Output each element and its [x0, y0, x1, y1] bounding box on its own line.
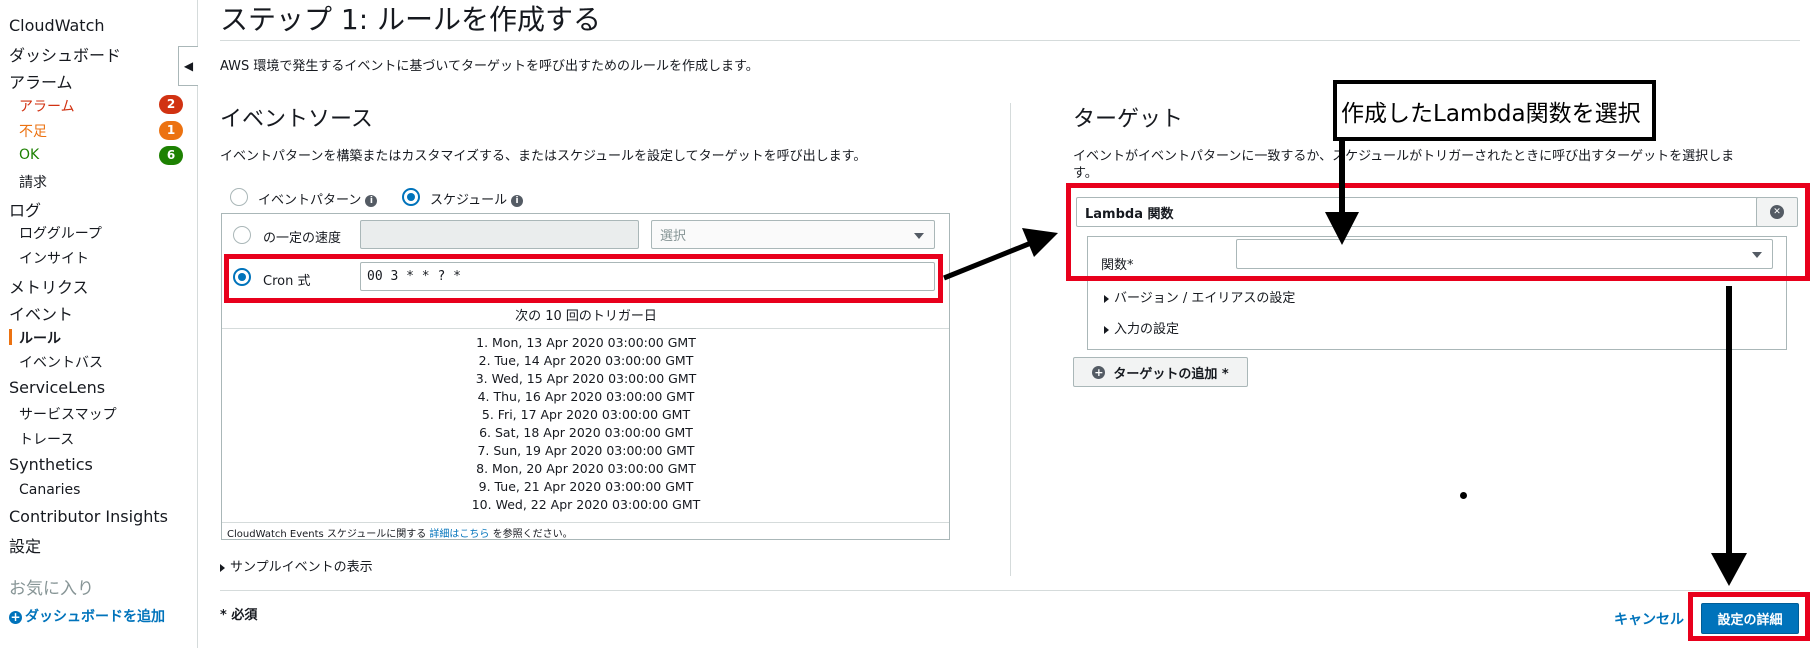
nav-contributor-insights[interactable]: Contributor Insights	[9, 507, 168, 526]
nav-dashboard[interactable]: ダッシュボード	[9, 42, 121, 66]
nav-synthetics[interactable]: Synthetics	[9, 455, 93, 474]
alarm-count-badge: 2	[159, 95, 183, 114]
arrow-cron-to-target	[943, 228, 1058, 281]
event-pattern-option[interactable]: イベントパターン i	[258, 189, 378, 208]
fixed-rate-input[interactable]	[360, 220, 639, 249]
fixed-rate-label: の一定の速度	[263, 231, 342, 246]
column-divider	[1010, 103, 1011, 576]
event-source-description: イベントパターンを構築またはカスタマイズする、またはスケジュールを設定してターゲ…	[220, 149, 867, 164]
callout-text: 作成したLambda関数を選択	[1341, 100, 1641, 127]
page-description: AWS 環境で発生するイベントに基づいてターゲットを呼び出すためのルールを作成し…	[220, 59, 759, 74]
trigger-date: 6. Sat, 18 Apr 2020 03:00:00 GMT	[479, 425, 693, 440]
nav-settings[interactable]: 設定	[9, 533, 41, 557]
event-pattern-radio[interactable]	[230, 188, 248, 206]
triggers-divider	[222, 328, 949, 329]
fixed-rate-radio[interactable]	[233, 226, 251, 244]
trigger-date: 9. Tue, 21 Apr 2020 03:00:00 GMT	[478, 479, 694, 494]
nav-alarm-ok[interactable]: OK	[19, 147, 39, 163]
nav-alarm-in-alarm[interactable]: アラーム	[19, 96, 75, 116]
version-alias-label: バージョン / エイリアスの設定	[1114, 291, 1296, 306]
title-divider	[220, 40, 1800, 41]
input-config-label: 入力の設定	[1114, 322, 1180, 337]
learn-more-link[interactable]: 詳細はこちら	[429, 529, 489, 540]
event-source-heading: イベントソース	[220, 107, 373, 132]
ok-count-badge: 6	[159, 146, 183, 165]
sample-event-label: サンプルイベントの表示	[230, 560, 373, 575]
info-icon[interactable]: i	[511, 194, 524, 207]
sidebar: CloudWatch ダッシュボード アラーム アラーム 2 不足 1 OK 6…	[0, 0, 198, 648]
rate-unit-value: 選択	[660, 229, 687, 244]
trigger-date: 3. Wed, 15 Apr 2020 03:00:00 GMT	[475, 371, 697, 386]
nav-event-buses[interactable]: イベントバス	[19, 352, 103, 372]
add-target-button[interactable]: + ターゲットの追加 *	[1073, 357, 1248, 387]
trigger-date: 2. Tue, 14 Apr 2020 03:00:00 GMT	[478, 353, 694, 368]
cancel-link[interactable]: キャンセル	[1614, 609, 1684, 629]
nav-rules[interactable]: ルール	[19, 328, 61, 348]
nav-canaries[interactable]: Canaries	[19, 482, 80, 498]
nav-metrics[interactable]: メトリクス	[9, 274, 89, 298]
schedule-footnote: CloudWatch Events スケジュールに関する 詳細はこちら を参照く…	[227, 525, 573, 540]
footer-divider	[220, 590, 1800, 591]
trigger-date: 8. Mon, 20 Apr 2020 03:00:00 GMT	[476, 461, 696, 476]
info-icon[interactable]: i	[365, 194, 378, 207]
nav-alarms[interactable]: アラーム	[9, 69, 73, 93]
targets-description-cont: す。	[1073, 166, 1098, 181]
active-indicator	[9, 329, 12, 345]
nav-traces[interactable]: トレース	[19, 429, 74, 449]
plus-circle-icon: +	[1092, 365, 1106, 379]
nav-cloudwatch[interactable]: CloudWatch	[9, 16, 105, 35]
annotation-function-frame	[1066, 183, 1810, 281]
nav-billing[interactable]: 請求	[19, 172, 47, 192]
insufficient-count-badge: 1	[159, 121, 183, 140]
caret-right-icon	[1104, 325, 1109, 334]
nav-events[interactable]: イベント	[9, 301, 73, 325]
nav-log-groups[interactable]: ロググループ	[19, 223, 102, 243]
stray-dot	[1460, 492, 1467, 499]
collapse-sidebar-button[interactable]: ◀	[178, 46, 198, 86]
schedule-radio[interactable]	[402, 188, 420, 206]
add-dashboard-link[interactable]: + ダッシュボードを追加	[9, 606, 165, 626]
targets-heading: ターゲット	[1073, 107, 1184, 132]
sample-event-expander[interactable]: サンプルイベントの表示	[220, 556, 373, 575]
targets-description: イベントがイベントパターンに一致するか、スケジュールがトリガーされたときに呼び出…	[1073, 149, 1735, 164]
schedule-option[interactable]: スケジュール i	[430, 189, 524, 208]
add-dashboard-label: ダッシュボードを追加	[25, 609, 165, 625]
nav-alarm-insufficient[interactable]: 不足	[19, 121, 47, 141]
nav-servicelens[interactable]: ServiceLens	[9, 378, 105, 397]
caret-right-icon	[1104, 294, 1109, 303]
favorites-header: お気に入り	[9, 579, 94, 599]
next-triggers-list: 1. Mon, 13 Apr 2020 03:00:00 GMT 2. Tue,…	[222, 334, 950, 514]
annotation-cron-frame	[224, 254, 943, 303]
next-triggers-header: 次の 10 回のトリガー日	[515, 309, 657, 324]
input-config-expander[interactable]: 入力の設定	[1104, 318, 1179, 337]
page-title: ステップ 1: ルールを作成する	[220, 3, 602, 36]
plus-icon: +	[9, 609, 22, 624]
trigger-date: 4. Thu, 16 Apr 2020 03:00:00 GMT	[477, 389, 695, 404]
add-target-label: ターゲットの追加 *	[1113, 366, 1229, 382]
nav-logs[interactable]: ログ	[9, 197, 41, 221]
trigger-date: 1. Mon, 13 Apr 2020 03:00:00 GMT	[476, 335, 696, 350]
version-alias-expander[interactable]: バージョン / エイリアスの設定	[1104, 287, 1295, 306]
trigger-date: 10. Wed, 22 Apr 2020 03:00:00 GMT	[471, 497, 701, 512]
footnote-divider	[222, 522, 949, 523]
caret-right-icon	[220, 563, 225, 572]
event-pattern-label: イベントパターン	[258, 193, 362, 208]
trigger-date: 5. Fri, 17 Apr 2020 03:00:00 GMT	[481, 407, 691, 422]
schedule-label: スケジュール	[430, 193, 508, 208]
footnote-prefix: CloudWatch Events スケジュールに関する	[227, 529, 427, 540]
rate-unit-select[interactable]: 選択	[651, 220, 935, 249]
chevron-down-icon	[914, 232, 924, 239]
nav-insights[interactable]: インサイト	[19, 248, 89, 268]
trigger-date: 7. Sun, 19 Apr 2020 03:00:00 GMT	[477, 443, 695, 458]
required-note: * 必須	[220, 608, 258, 623]
nav-service-map[interactable]: サービスマップ	[19, 404, 117, 424]
footnote-suffix: を参照ください。	[492, 529, 573, 540]
annotation-button-frame	[1688, 592, 1810, 641]
annotation-callout: 作成したLambda関数を選択	[1333, 80, 1656, 141]
